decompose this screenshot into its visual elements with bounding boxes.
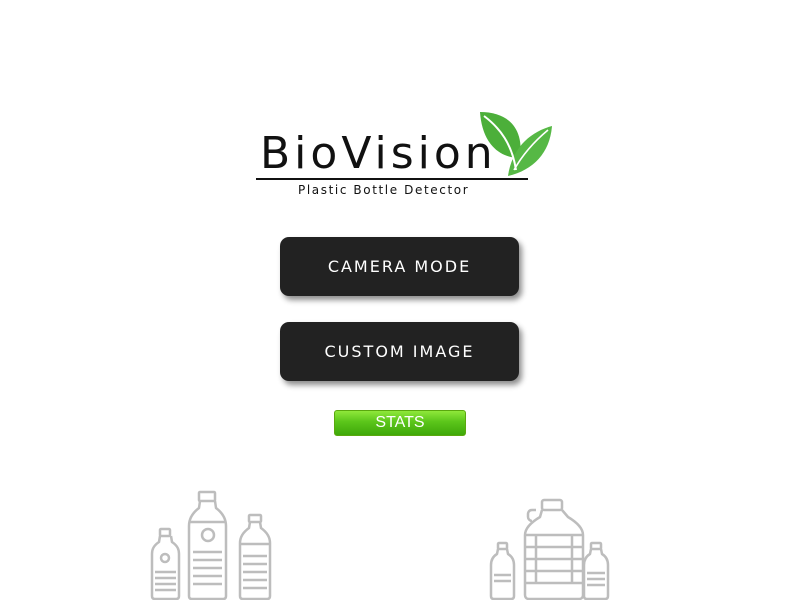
logo-underline (256, 178, 528, 180)
main-screen: BioVision Plastic Bottle Detector CAMERA… (0, 0, 800, 600)
app-logo: BioVision Plastic Bottle Detector (256, 110, 556, 200)
water-jug-bottles-icon (489, 498, 610, 600)
camera-mode-button[interactable]: CAMERA MODE (280, 237, 519, 296)
leaf-icon (480, 112, 552, 176)
custom-image-button[interactable]: CUSTOM IMAGE (280, 322, 519, 381)
stats-button[interactable]: STATS (334, 410, 466, 436)
app-title: BioVision (260, 128, 497, 179)
plastic-bottles-icon (150, 490, 272, 600)
app-subtitle: Plastic Bottle Detector (298, 183, 470, 197)
